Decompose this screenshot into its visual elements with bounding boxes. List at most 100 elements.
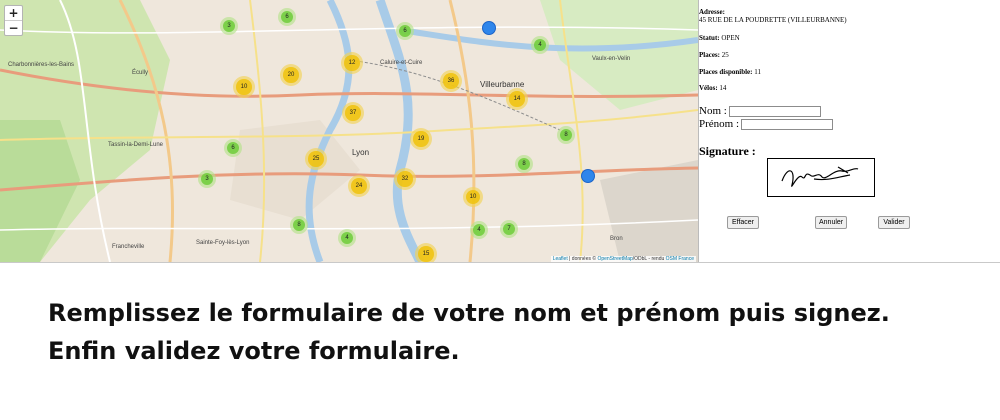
cluster-marker[interactable]: 4 xyxy=(470,221,488,239)
cluster-count: 36 xyxy=(443,73,459,89)
cluster-marker[interactable]: 8 xyxy=(515,155,533,173)
cluster-marker[interactable]: 14 xyxy=(506,88,528,110)
status-label: Statut: xyxy=(699,34,720,42)
cluster-count: 32 xyxy=(397,171,413,187)
bikes-row: Vélos: 14 xyxy=(699,84,726,92)
signature-canvas[interactable] xyxy=(767,158,875,197)
cluster-count: 25 xyxy=(308,151,324,167)
cluster-marker[interactable]: 32 xyxy=(394,168,416,190)
prenom-label: Prénom : xyxy=(699,118,740,130)
cluster-marker[interactable]: 6 xyxy=(396,22,414,40)
available-label: Places disponible: xyxy=(699,68,753,76)
cluster-count: 10 xyxy=(466,190,480,204)
place-label: Lyon xyxy=(352,148,370,157)
cluster-marker[interactable]: 36 xyxy=(440,70,462,92)
cluster-marker[interactable]: 19 xyxy=(410,128,432,150)
cluster-count: 3 xyxy=(200,172,214,186)
cluster-count: 10 xyxy=(236,79,252,95)
available-row: Places disponible: 11 xyxy=(699,68,761,76)
cluster-count: 20 xyxy=(283,67,299,83)
prenom-input[interactable] xyxy=(741,118,834,130)
cluster-marker[interactable]: 8 xyxy=(557,126,575,144)
cluster-marker[interactable]: 4 xyxy=(338,229,356,247)
available-value: 11 xyxy=(754,68,761,76)
cluster-marker[interactable]: 3 xyxy=(198,170,216,188)
leaflet-link[interactable]: Leaflet xyxy=(553,256,568,262)
cluster-count: 7 xyxy=(502,222,516,236)
cluster-marker[interactable]: 10 xyxy=(233,76,255,98)
nom-row: Nom : xyxy=(699,105,821,117)
place-label: Francheville xyxy=(112,244,145,250)
places-value: 25 xyxy=(721,51,729,59)
status-value: OPEN xyxy=(721,34,740,42)
cluster-marker[interactable]: 24 xyxy=(348,175,370,197)
cluster-count: 15 xyxy=(418,246,434,262)
cluster-count: 19 xyxy=(413,131,429,147)
address-value: 45 RUE DE LA POUDRETTE (VILLEURBANNE) xyxy=(699,16,847,24)
place-label: Sainte-Foy-lès-Lyon xyxy=(196,240,250,246)
cluster-marker[interactable]: 20 xyxy=(280,64,302,86)
cluster-marker[interactable]: 6 xyxy=(224,139,242,157)
section-divider xyxy=(0,262,1000,263)
cluster-marker[interactable]: 10 xyxy=(463,187,483,207)
places-row: Places: 25 xyxy=(699,51,729,59)
validate-button[interactable]: Valider xyxy=(878,216,910,229)
cluster-marker[interactable]: 3 xyxy=(220,17,238,35)
signature-stroke xyxy=(781,166,859,187)
instruction-line-2: Enfin validez votre formulaire. xyxy=(48,337,460,365)
osm-france-link[interactable]: OSM France xyxy=(666,256,694,262)
cluster-count: 37 xyxy=(345,105,361,121)
address-label: Adresse: xyxy=(699,8,725,16)
cluster-count: 4 xyxy=(472,223,486,237)
prenom-row: Prénom : xyxy=(699,118,834,130)
place-label: Bron xyxy=(610,236,623,242)
cluster-marker[interactable]: 12 xyxy=(341,52,363,74)
signature-label: Signature : xyxy=(699,144,756,158)
cluster-count: 3 xyxy=(222,19,236,33)
attribution-text: | données © xyxy=(567,256,598,262)
cluster-count: 8 xyxy=(292,218,306,232)
clear-button[interactable]: Effacer xyxy=(727,216,759,229)
cluster-marker[interactable]: 7 xyxy=(500,220,518,238)
place-label: Vaulx-en-Velin xyxy=(592,56,631,62)
instructions: Remplissez le formulaire de votre nom et… xyxy=(48,294,890,370)
place-label: Écully xyxy=(132,70,149,76)
bikes-value: 14 xyxy=(719,84,727,92)
cluster-marker[interactable]: 25 xyxy=(305,148,327,170)
cluster-count: 6 xyxy=(398,24,412,38)
cluster-marker[interactable]: 8 xyxy=(290,216,308,234)
station-marker-selected[interactable] xyxy=(581,169,595,183)
place-label: Charbonnières-les-Bains xyxy=(8,62,75,68)
nom-input[interactable] xyxy=(728,105,821,117)
cluster-marker[interactable]: 37 xyxy=(342,102,364,124)
cluster-count: 8 xyxy=(559,128,573,142)
station-panel: Adresse: 45 RUE DE LA POUDRETTE (VILLEUR… xyxy=(699,5,999,262)
zoom-in-button[interactable]: + xyxy=(5,6,22,20)
cluster-count: 24 xyxy=(351,178,367,194)
cluster-count: 12 xyxy=(344,55,360,71)
address-row: Adresse: xyxy=(699,8,725,16)
cluster-count: 8 xyxy=(517,157,531,171)
cluster-count: 6 xyxy=(280,10,294,24)
status-row: Statut: OPEN xyxy=(699,34,740,42)
nom-label: Nom : xyxy=(699,105,727,117)
instruction-line-1: Remplissez le formulaire de votre nom et… xyxy=(48,299,890,327)
cancel-button[interactable]: Annuler xyxy=(815,216,847,229)
cluster-marker[interactable]: 15 xyxy=(415,243,437,262)
station-marker[interactable] xyxy=(482,21,496,35)
map-tiles xyxy=(0,0,698,262)
place-label: Caluire-et-Cuire xyxy=(380,60,423,66)
cluster-count: 4 xyxy=(533,38,547,52)
cluster-count: 6 xyxy=(226,141,240,155)
bikes-label: Vélos: xyxy=(699,84,718,92)
zoom-control: + − xyxy=(4,5,23,36)
cluster-marker[interactable]: 4 xyxy=(531,36,549,54)
map[interactable]: + − Charbonnières-les-Bains Écully Tassi… xyxy=(0,0,698,262)
zoom-out-button[interactable]: − xyxy=(5,20,22,35)
cluster-count: 14 xyxy=(509,91,525,107)
attribution-text-2: /ODbL - rendu xyxy=(632,256,666,262)
place-label: Tassin-la-Demi-Lune xyxy=(108,142,164,148)
cluster-marker[interactable]: 6 xyxy=(278,8,296,26)
places-label: Places: xyxy=(699,51,720,59)
osm-link[interactable]: OpenStreetMap xyxy=(597,256,632,262)
